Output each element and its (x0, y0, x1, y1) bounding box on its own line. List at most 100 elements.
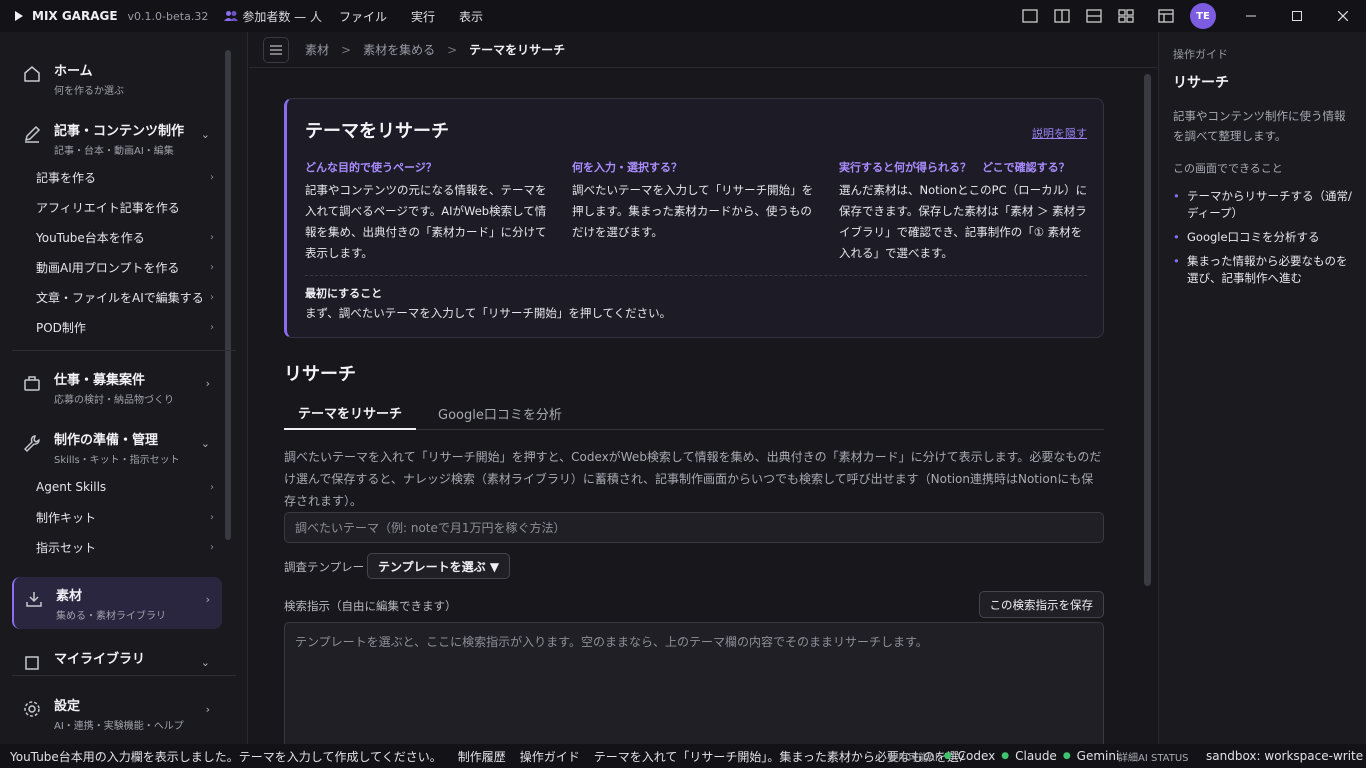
breadcrumb-item[interactable]: 素材を集める (363, 41, 435, 58)
ai-status-link[interactable]: 詳細AI STATUS (1118, 744, 1189, 768)
history-link[interactable]: 制作履歴 (458, 748, 506, 765)
sidebar-item-label: YouTube台本を作る (36, 230, 145, 245)
guide-panel: 操作ガイド リサーチ 記事やコンテンツ制作に使う情報を調べて整理します。 この画… (1158, 32, 1366, 744)
guide-col-purpose: どんな目的で使うページ？ 記事やコンテンツの元になる情報を、テーマを入れて調べる… (305, 159, 555, 264)
main-scrollbar[interactable] (1144, 74, 1151, 586)
nav-jobs-sub: 応募の検討・納品物づくり (54, 395, 174, 406)
nav-prep[interactable]: 制作の準備・管理 Skills・キット・指示セット ⌄ (12, 421, 222, 474)
guide-question: 何を入力・選択する？ (572, 161, 682, 174)
participants-count: 参加者数 — 人 (224, 8, 322, 25)
template-select-button[interactable]: テンプレートを選ぶ ▼ (367, 553, 511, 579)
guide-col-input: 何を入力・選択する？ 調べたいテーマを入力して「リサーチ開始」を押します。集まっ… (572, 159, 822, 243)
nav-content[interactable]: 記事・コンテンツ制作 記事・台本・動画AI・編集 ⌄ (12, 112, 222, 165)
pencil-icon (24, 125, 41, 143)
available-ai-label: 使用可能AI (888, 752, 938, 764)
nav-jobs-title: 仕事・募集案件 (54, 373, 146, 388)
panel-toggle-icon[interactable] (1150, 0, 1182, 32)
instruction-label: 検索指示（自由に編集できます） (284, 599, 457, 613)
chevron-right-icon: › (210, 321, 214, 333)
menu-view[interactable]: 表示 (452, 8, 490, 25)
guide-answer: 選んだ素材は、NotionとこのPC（ローカル）に保存できます。保存した素材は「… (839, 183, 1088, 260)
tab-google-reviews[interactable]: Google口コミを分析 (424, 396, 576, 430)
sidebar-divider (12, 675, 236, 676)
status-dot-icon: ● (1062, 751, 1071, 761)
minimize-button[interactable] (1228, 0, 1274, 32)
maximize-button[interactable] (1274, 0, 1320, 32)
sidebar-item-write-article[interactable]: 記事を作る › (36, 166, 214, 188)
research-description: 調べたいテーマを入れて「リサーチ開始」を押すと、CodexがWeb検索して情報を… (284, 450, 1102, 508)
nav-materials[interactable]: 素材 集める・素材ライブラリ › (12, 577, 222, 629)
title-bar: MIX GARAGE v0.1.0-beta.32 参加者数 — 人 ファイル … (0, 0, 1366, 32)
chevron-right-icon: › (210, 481, 214, 493)
close-button[interactable] (1320, 0, 1366, 32)
breadcrumb-item[interactable]: 素材 (305, 41, 329, 58)
tab-theme-research[interactable]: テーマをリサーチ (284, 396, 417, 430)
status-dot-icon: ● (943, 751, 952, 761)
sidebar-item-agent-skills[interactable]: Agent Skills › (36, 476, 214, 498)
sidebar-scrollbar[interactable] (225, 50, 231, 540)
nav-settings[interactable]: 設定 AI・連携・実験機能・ヘルプ › (12, 687, 222, 740)
research-tabs: テーマをリサーチ Google口コミを分析 (284, 396, 1104, 430)
sandbox-status: sandbox: workspace-write (1206, 749, 1364, 763)
guide-answer: 記事やコンテンツの元になる情報を、テーマを入れて調べるページです。AIがWeb検… (305, 183, 547, 260)
guide-panel-title: リサーチ (1173, 75, 1229, 91)
app-version: v0.1.0-beta.32 (127, 9, 209, 23)
users-icon (224, 11, 239, 21)
chevron-right-icon: › (210, 511, 214, 523)
guide-first-title: 最初にすること (305, 287, 383, 300)
sidebar-item-video-prompt[interactable]: 動画AI用プロンプトを作る › (36, 256, 214, 278)
wrench-icon (24, 435, 40, 452)
sidebar-item-ai-edit[interactable]: 文章・ファイルをAIで編集する › (36, 286, 214, 308)
nav-materials-sub: 集める・素材ライブラリ (56, 611, 166, 622)
sidebar-divider (12, 350, 236, 351)
briefcase-icon (24, 376, 40, 391)
nav-settings-sub: AI・連携・実験機能・ヘルプ (54, 721, 184, 732)
sidebar-item-label: 制作キット (36, 510, 97, 525)
guide-panel-subtitle: この画面でできること (1173, 162, 1283, 175)
download-icon (26, 592, 42, 607)
guide-divider (305, 275, 1087, 276)
hide-guide-link[interactable]: 説明を隠す (1032, 125, 1087, 141)
menu-toggle-button[interactable] (263, 36, 289, 63)
sidebar-item-label: 記事を作る (36, 170, 97, 185)
sidebar-item-pod[interactable]: POD制作 › (36, 316, 214, 338)
nav-library[interactable]: マイライブラリ ⌄ (12, 640, 222, 680)
sidebar-item-label: 指示セット (36, 540, 97, 555)
save-instruction-button[interactable]: この検索指示を保存 (978, 591, 1104, 618)
sidebar-item-affiliate[interactable]: アフィリエイト記事を作る (36, 196, 214, 218)
user-avatar[interactable]: TE (1190, 3, 1216, 29)
menu-run[interactable]: 実行 (404, 8, 442, 25)
breadcrumb: 素材 > 素材を集める > テーマをリサーチ (249, 32, 1157, 68)
hamburger-icon (270, 44, 282, 55)
theme-input[interactable]: 調べたいテーマ（例: noteで月1万円を稼ぐ方法） (284, 512, 1104, 543)
nav-home-sub: 何を作るか選ぶ (54, 86, 124, 97)
participants-label: 参加者数 — 人 (242, 9, 322, 24)
main-content: 素材 > 素材を集める > テーマをリサーチ テーマをリサーチ 説明を隠す どん… (249, 32, 1157, 744)
layout-grid-icon[interactable] (1110, 0, 1142, 32)
layout-split-vertical-icon[interactable] (1046, 0, 1078, 32)
nav-jobs[interactable]: 仕事・募集案件応募の検討・納品物づくり › (12, 361, 222, 414)
chevron-down-icon: ⌄ (200, 437, 210, 450)
chevron-right-icon: › (205, 377, 210, 390)
section-title: リサーチ (284, 364, 356, 385)
nav-home-title: ホーム (54, 64, 93, 79)
guide-panel-label: 操作ガイド (1173, 48, 1228, 61)
guide-panel-list: テーマからリサーチする（通常/ディープ） Google口コミを分析する 集まった… (1173, 188, 1352, 287)
sidebar-item-instruction-set[interactable]: 指示セット › (36, 536, 214, 558)
layout-split-horizontal-icon[interactable] (1078, 0, 1110, 32)
ai-claude: Claude (1015, 749, 1057, 763)
nav-prep-title: 制作の準備・管理 (54, 433, 159, 448)
play-icon (15, 11, 23, 21)
sidebar-item-youtube-script[interactable]: YouTube台本を作る › (36, 226, 214, 248)
guide-link[interactable]: 操作ガイド (520, 748, 580, 765)
instruction-textarea[interactable]: テンプレートを選ぶと、ここに検索指示が入ります。空のままなら、上のテーマ欄の内容… (284, 622, 1104, 744)
layout-single-icon[interactable] (1014, 0, 1046, 32)
template-label: 調査テンプレート (284, 560, 376, 574)
sidebar-item-label: Agent Skills (36, 480, 107, 494)
nav-home[interactable]: ホーム何を作るか選ぶ (12, 52, 222, 105)
sidebar-item-kit[interactable]: 制作キット › (36, 506, 214, 528)
guide-answer: 調べたいテーマを入力して「リサーチ開始」を押します。集まった素材カードから、使う… (572, 183, 814, 239)
chevron-right-icon: › (210, 291, 214, 303)
guide-question: どんな目的で使うページ？ (305, 161, 437, 174)
menu-file[interactable]: ファイル (332, 8, 394, 25)
